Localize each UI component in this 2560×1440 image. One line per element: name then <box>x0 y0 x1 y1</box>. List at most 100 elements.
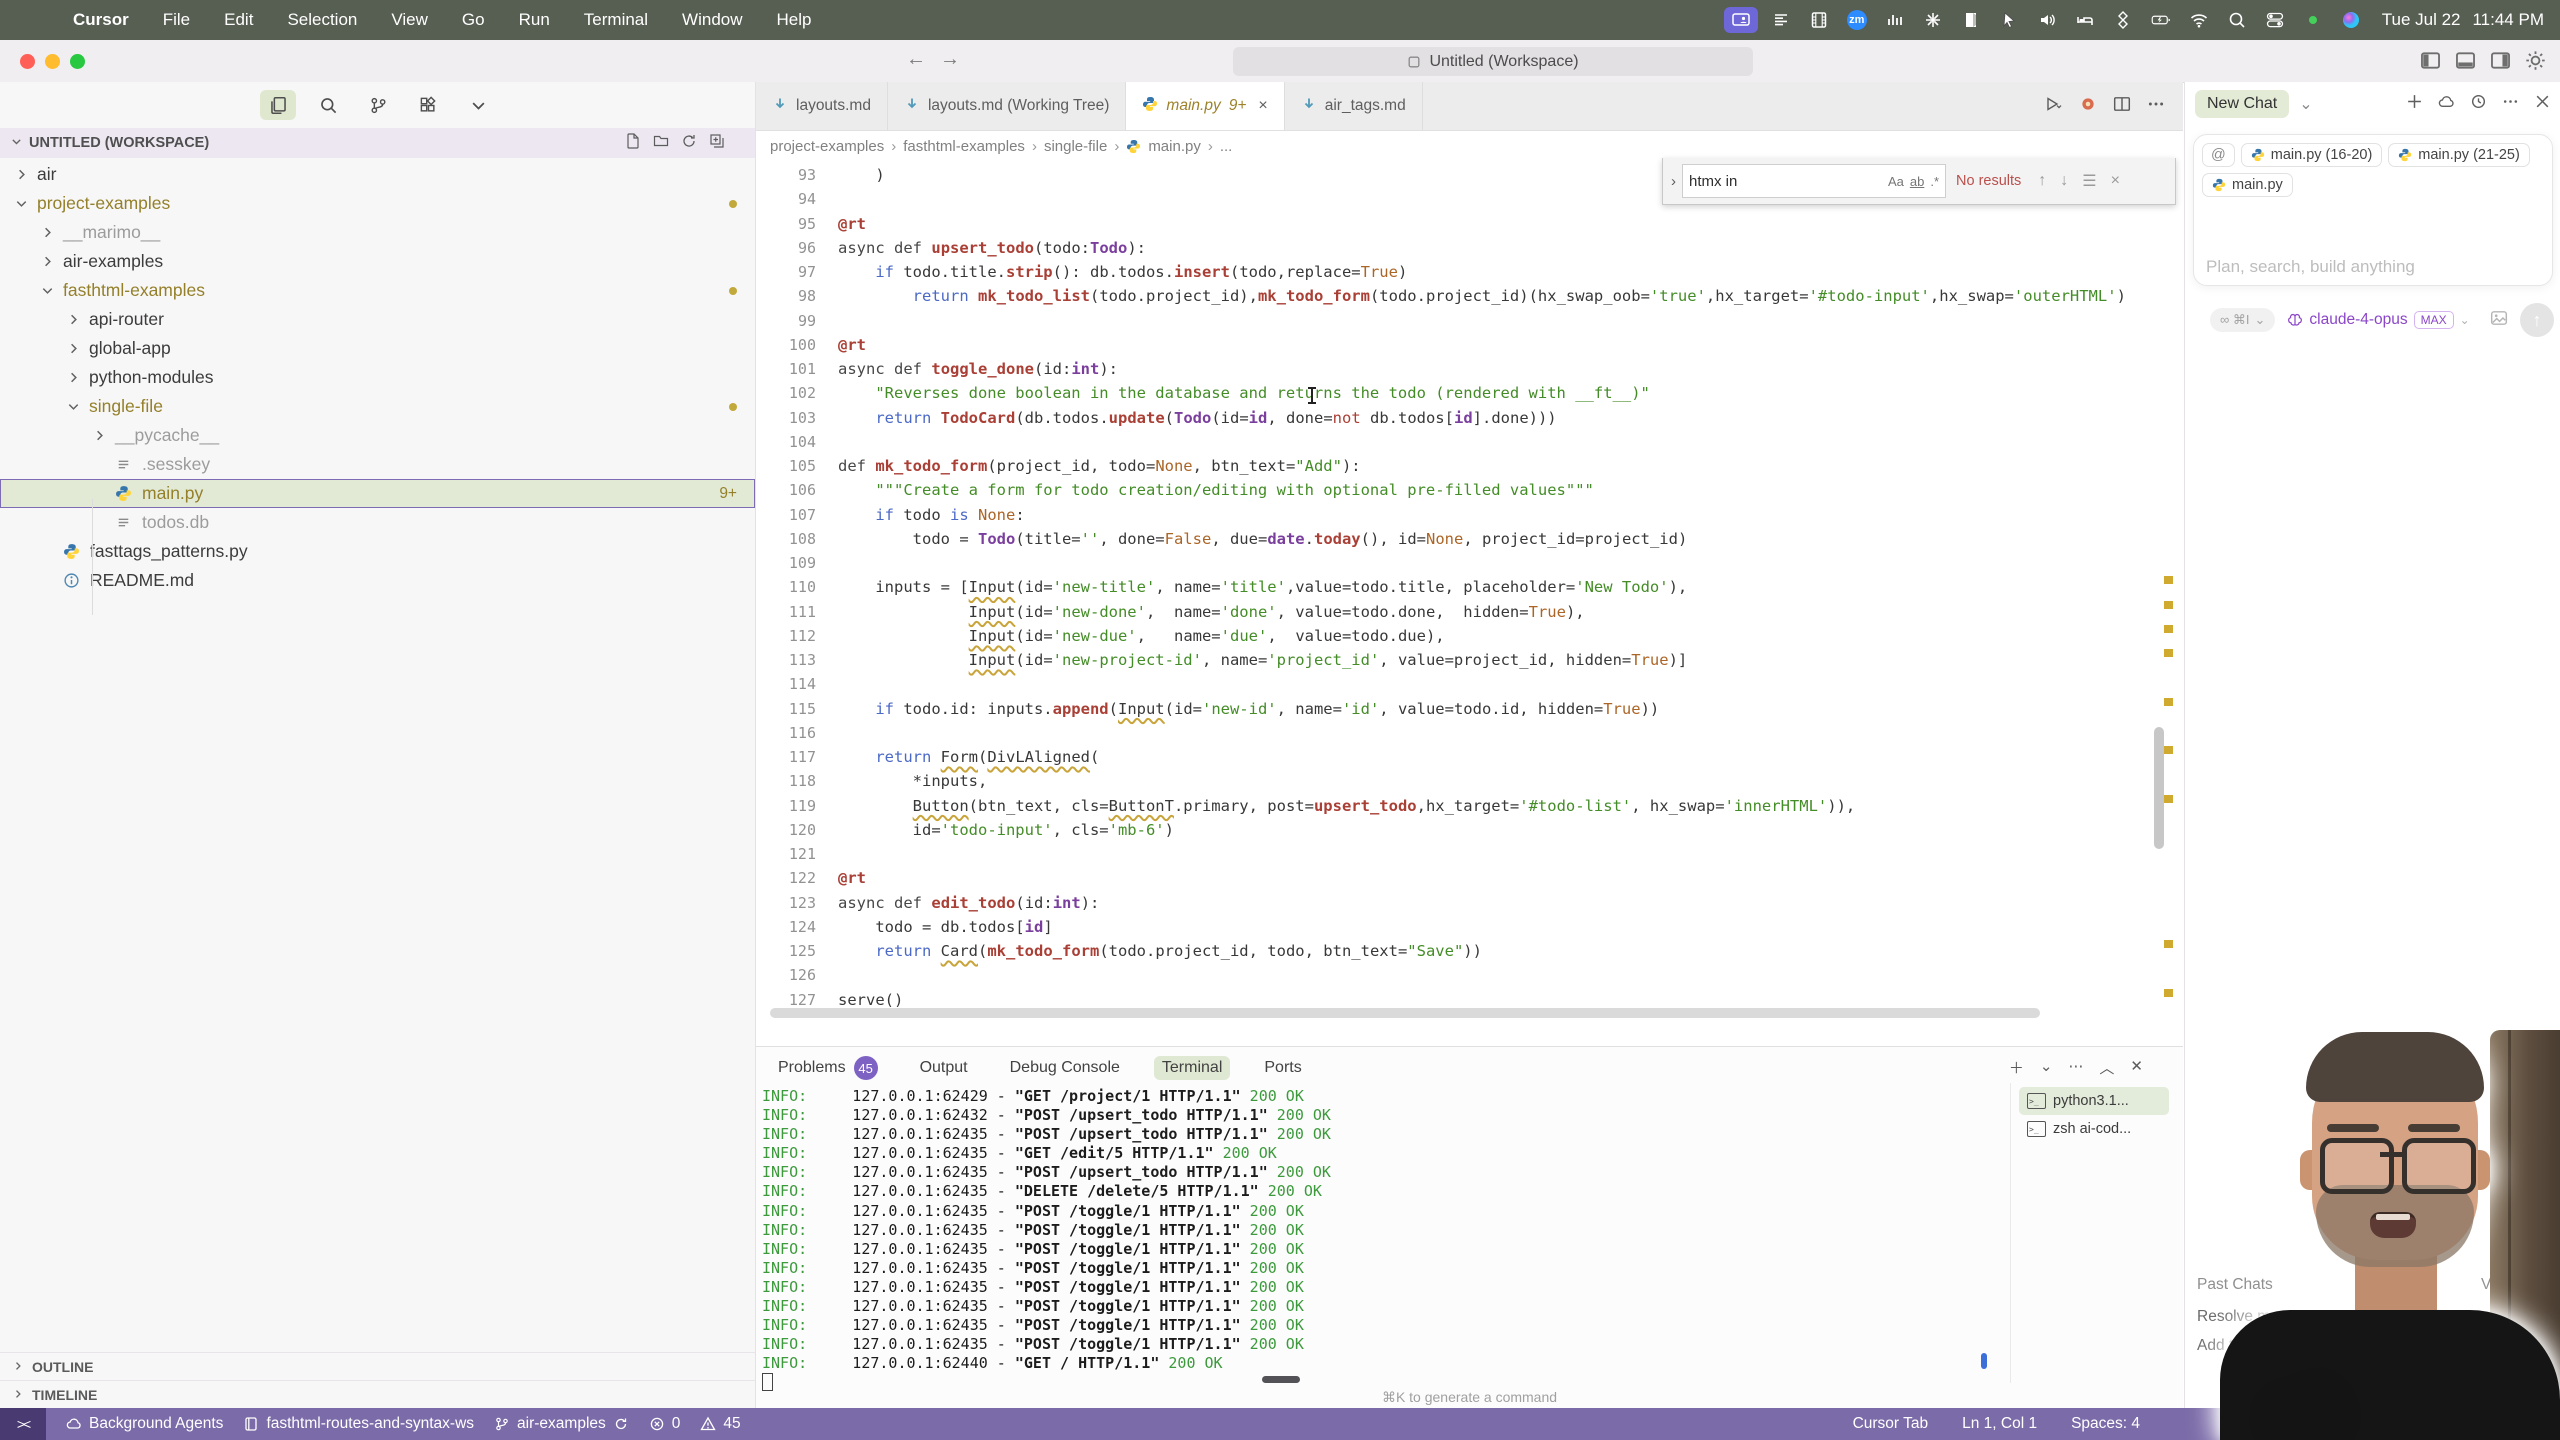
status-fasthtml-routes-and-syntax-ws[interactable]: fasthtml-routes-and-syntax-ws <box>243 1415 474 1433</box>
maximize-panel-icon[interactable]: ︿ <box>2099 1057 2114 1078</box>
cursor-dot-icon[interactable] <box>2079 95 2097 118</box>
editor-vertical-scrollbar[interactable] <box>2154 727 2164 849</box>
tree-item-api-router[interactable]: api-router <box>0 305 755 334</box>
chat-input-card[interactable]: @ main.py (16-20) main.py (21-25) main.py P… <box>2193 134 2554 337</box>
past-chat-item[interactable]: Add t <box>2197 1337 2537 1355</box>
screen-share-icon[interactable] <box>1723 7 1758 33</box>
tab-layouts-md-working-tree-[interactable]: layouts.md (Working Tree) <box>887 82 1127 130</box>
menu-run[interactable]: Run <box>502 0 567 40</box>
panel-tab-output[interactable]: Output <box>912 1056 976 1080</box>
door-icon[interactable] <box>1956 7 1986 33</box>
panel-tab-ports[interactable]: Ports <box>1256 1056 1309 1080</box>
menu-go[interactable]: Go <box>445 0 502 40</box>
navigate-forward-button[interactable]: → <box>940 48 960 71</box>
view-all-link[interactable]: View All <box>2481 1276 2535 1294</box>
code-editor[interactable]: layouts.md layouts.md (Working Tree) main.… <box>756 82 2183 1046</box>
panel-tab-terminal[interactable]: Terminal <box>1153 1056 1231 1080</box>
tree-item-global-app[interactable]: global-app <box>0 334 755 363</box>
tree-item-air-examples[interactable]: air-examples <box>0 247 755 276</box>
cursor-tab-status[interactable]: Cursor Tab <box>1853 1415 1929 1433</box>
close-tab-icon[interactable]: × <box>1258 97 1267 115</box>
menu-window[interactable]: Window <box>665 0 759 40</box>
tab-air-tags-md[interactable]: air_tags.md <box>1284 82 1423 130</box>
zoom-app-icon[interactable]: zm <box>1842 7 1872 33</box>
bed-icon[interactable] <box>2070 7 2100 33</box>
close-chat-icon[interactable] <box>2534 93 2551 115</box>
tree-item-fasthtml-examples[interactable]: fasthtml-examples <box>0 276 755 305</box>
agent-mode-pill[interactable]: ∞ ⌘I ⌄ <box>2210 308 2276 332</box>
tree-item--pycache-[interactable]: __pycache__ <box>0 421 755 450</box>
whole-word-icon[interactable]: ab <box>1910 174 1924 189</box>
find-in-selection-icon[interactable]: ☰ <box>2082 171 2096 191</box>
search-view-icon[interactable] <box>310 90 346 120</box>
cloud-sync-icon[interactable] <box>2438 93 2455 115</box>
collapse-folders-icon[interactable] <box>709 133 725 153</box>
green-dot[interactable] <box>2298 7 2328 33</box>
tab-main-py[interactable]: main.py 9+ × <box>1126 82 1285 130</box>
indentation-status[interactable]: Spaces: 4 <box>2071 1415 2140 1433</box>
terminal-instance-python3-1-[interactable]: >_ python3.1... <box>2019 1087 2169 1115</box>
tree-item-project-examples[interactable]: project-examples <box>0 189 755 218</box>
context-chip[interactable]: main.py <box>2202 173 2293 197</box>
cursor-position-status[interactable]: Ln 1, Col 1 <box>1962 1415 2037 1433</box>
tree-item-readme-md[interactable]: README.md <box>0 566 755 595</box>
tree-item-air[interactable]: air <box>0 160 755 189</box>
more-actions-icon[interactable] <box>2147 95 2165 118</box>
breadcrumb[interactable]: project-examples › fasthtml-examples › singl… <box>770 130 1232 163</box>
find-widget[interactable]: › htmx in Aa ab .* No results ↑ ↓ ☰ × <box>1662 158 2176 205</box>
chat-more-icon[interactable] <box>2502 93 2519 115</box>
match-case-icon[interactable]: Aa <box>1888 174 1904 189</box>
extensions-view-icon[interactable] <box>410 90 446 120</box>
bars-icon[interactable] <box>1880 7 1910 33</box>
new-terminal-icon[interactable]: ＋ <box>2009 1057 2024 1078</box>
toggle-replace-chevron-icon[interactable]: › <box>1663 173 1682 190</box>
navigate-back-button[interactable]: ← <box>906 48 926 71</box>
terminal-dropdown-chevron-icon[interactable]: ⌄ <box>2040 1057 2053 1078</box>
toggle-right-panel-icon[interactable] <box>2490 50 2511 76</box>
status-45[interactable]: 45 <box>700 1415 741 1433</box>
previous-match-icon[interactable]: ↑ <box>2038 172 2046 190</box>
siri-icon[interactable] <box>2336 7 2366 33</box>
breadcrumb-tail[interactable]: ... <box>1220 138 1233 155</box>
explorer-view-icon[interactable] <box>260 90 296 120</box>
panel-tab-debug-console[interactable]: Debug Console <box>1002 1056 1128 1080</box>
regex-icon[interactable]: .* <box>1930 174 1939 189</box>
code-content[interactable]: 93 ) 94 95 @rt 96 async def upsert_todo(todo:… <box>756 163 2183 1023</box>
source-control-view-icon[interactable] <box>360 90 396 120</box>
panel-more-icon[interactable]: ⋯ <box>2068 1057 2083 1078</box>
model-selector[interactable]: claude-4-opus <box>2287 311 2408 329</box>
zoom-window-button[interactable] <box>70 54 85 69</box>
tree-item-python-modules[interactable]: python-modules <box>0 363 755 392</box>
tree-item-single-file[interactable]: single-file <box>0 392 755 421</box>
editor-horizontal-scrollbar[interactable] <box>770 1008 2040 1018</box>
find-input[interactable]: htmx in Aa ab .* <box>1682 164 1946 198</box>
remote-indicator[interactable]: >< <box>0 1408 46 1440</box>
context-chip[interactable]: main.py (21-25) <box>2388 143 2530 167</box>
tree-item-main-py[interactable]: main.py 9+ <box>0 479 755 508</box>
breadcrumb-item[interactable]: main.py <box>1148 138 1201 155</box>
film-icon[interactable] <box>1804 7 1834 33</box>
new-file-icon[interactable] <box>625 133 641 153</box>
menu-bar-date[interactable]: Tue Jul 22 <box>2382 10 2461 30</box>
new-chat-plus-icon[interactable] <box>2406 93 2423 115</box>
menu-terminal[interactable]: Terminal <box>567 0 665 40</box>
tree-item--marimo-[interactable]: __marimo__ <box>0 218 755 247</box>
breadcrumb-item[interactable]: fasthtml-examples <box>903 138 1025 155</box>
list-icon[interactable] <box>1766 7 1796 33</box>
breadcrumb-item[interactable]: project-examples <box>770 138 884 155</box>
add-context-button[interactable]: @ <box>2202 143 2235 167</box>
toggle-bottom-panel-icon[interactable] <box>2455 50 2476 76</box>
menu-selection[interactable]: Selection <box>270 0 374 40</box>
terminal-instance-zsh-ai-cod-[interactable]: >_ zsh ai-cod... <box>2019 1115 2169 1143</box>
attach-image-icon[interactable] <box>2490 309 2508 332</box>
outline-section[interactable]: OUTLINE <box>0 1352 755 1381</box>
chat-input-placeholder[interactable]: Plan, search, build anything <box>2206 257 2415 277</box>
next-match-icon[interactable]: ↓ <box>2060 172 2068 190</box>
tree-item--sesskey[interactable]: .sesskey <box>0 450 755 479</box>
model-chevron-icon[interactable]: ⌄ <box>2460 313 2470 327</box>
diamonds-icon[interactable] <box>2108 7 2138 33</box>
run-python-file-icon[interactable] <box>2045 95 2063 118</box>
menu-help[interactable]: Help <box>760 0 829 40</box>
workspace-title-pill[interactable]: Untitled (Workspace) <box>1233 47 1753 76</box>
chat-tab-chevron-icon[interactable]: ⌄ <box>2299 94 2312 114</box>
